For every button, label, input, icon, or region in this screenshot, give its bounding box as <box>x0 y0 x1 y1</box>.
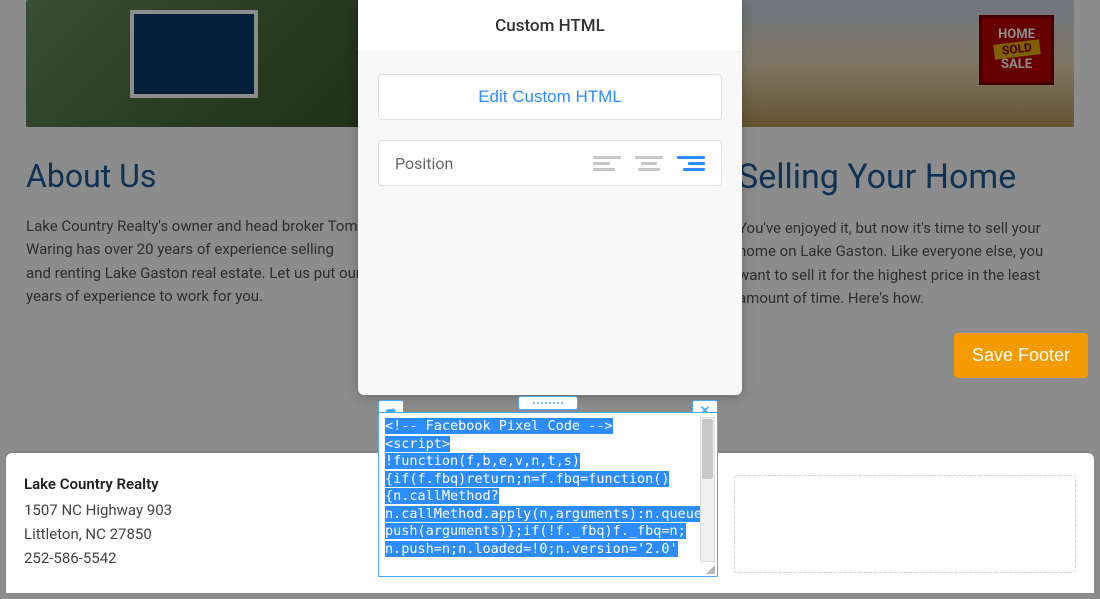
footer-phone: 252-586-5542 <box>24 549 364 567</box>
position-label: Position <box>395 154 579 173</box>
sold-sign-mid: SOLD <box>993 40 1040 61</box>
resize-grip[interactable] <box>704 563 716 575</box>
footer-addr1: 1507 NC Highway 903 <box>24 501 364 519</box>
drag-handle[interactable] <box>518 396 578 410</box>
about-text: Lake Country Realty's owner and head bro… <box>26 215 362 308</box>
code-scrollbar-thumb[interactable] <box>702 419 713 479</box>
footer-placeholder-slot[interactable] <box>734 475 1076 573</box>
align-right-button[interactable] <box>677 151 705 175</box>
selling-title: Selling Your Home <box>738 157 1074 197</box>
about-title: About Us <box>26 157 362 195</box>
sold-sign: HOME SOLD SALE <box>979 15 1054 85</box>
code-scrollbar[interactable] <box>700 417 715 562</box>
panel-title: Custom HTML <box>358 0 742 52</box>
edit-custom-html-button[interactable]: Edit Custom HTML <box>378 74 722 120</box>
sold-sign-bot: SALE <box>1001 58 1032 72</box>
selling-column: Selling Your Home You've enjoyed it, but… <box>738 157 1074 310</box>
custom-html-panel: Custom HTML Edit Custom HTML Position <box>358 0 742 395</box>
position-row: Position <box>378 140 722 186</box>
footer-addr2: Littleton, NC 27850 <box>24 525 364 543</box>
selling-image: HOME SOLD SALE <box>738 0 1074 127</box>
footer-business-name: Lake Country Realty <box>24 475 364 493</box>
about-image <box>26 0 362 127</box>
custom-html-element: ➦ ✕ <!-- Facebook Pixel Code --> <script… <box>378 400 718 577</box>
selling-text: You've enjoyed it, but now it's time to … <box>738 217 1074 310</box>
code-editor[interactable]: <!-- Facebook Pixel Code --> <script> !f… <box>378 412 718 577</box>
footer-contact: Lake Country Realty 1507 NC Highway 903 … <box>24 475 374 573</box>
align-left-button[interactable] <box>593 151 621 175</box>
save-footer-button[interactable]: Save Footer <box>954 333 1088 378</box>
about-column: About Us Lake Country Realty's owner and… <box>26 157 362 310</box>
code-content[interactable]: <!-- Facebook Pixel Code --> <script> !f… <box>385 418 710 557</box>
align-center-button[interactable] <box>635 151 663 175</box>
